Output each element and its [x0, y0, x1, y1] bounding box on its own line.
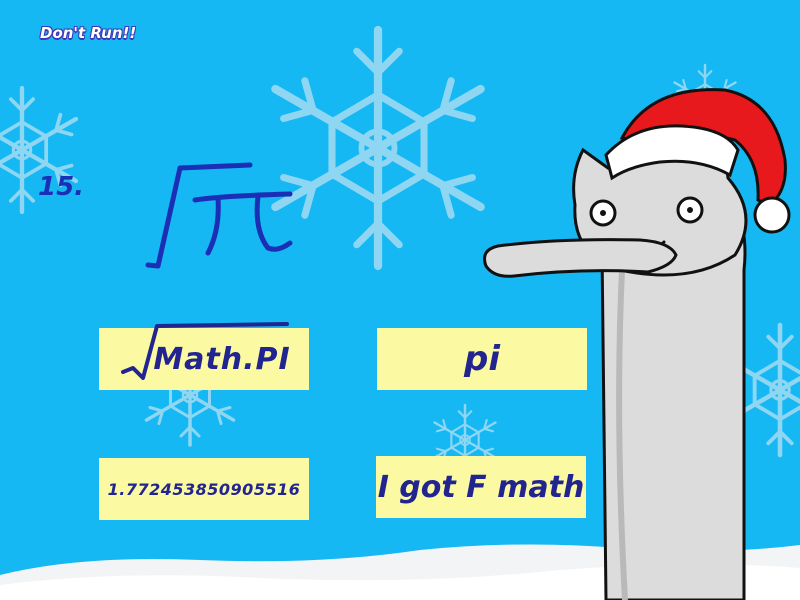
square-root-pi-icon	[145, 162, 293, 269]
question-number: 15.	[38, 172, 85, 202]
game-screen: Don't Run!! 15. Math.PI pi 1.77245385090…	[0, 0, 800, 600]
answer-button-1[interactable]: Math.PI	[99, 322, 309, 390]
answer-label: I got F math	[377, 469, 585, 505]
answer-label: pi	[464, 339, 500, 379]
answer-label: 1.772453850905516	[107, 479, 301, 499]
answer-button-4[interactable]: I got F math	[376, 456, 586, 518]
square-root-icon	[121, 322, 289, 380]
answer-button-3[interactable]: 1.772453850905516	[99, 458, 309, 520]
game-title: Don't Run!!	[40, 24, 137, 42]
answer-button-2[interactable]: pi	[377, 328, 587, 390]
